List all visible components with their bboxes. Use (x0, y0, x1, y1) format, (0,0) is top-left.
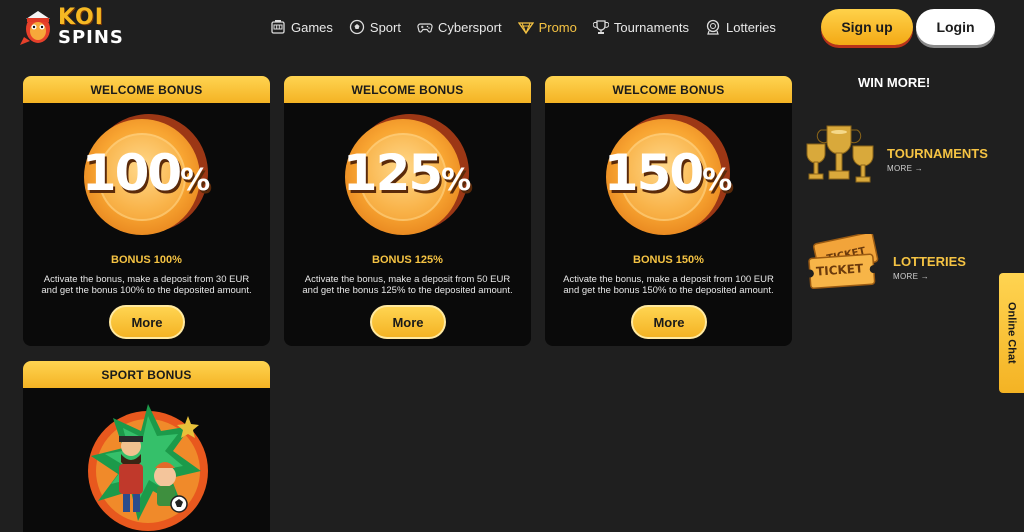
main-nav: Games Sport Cybersport Promo Tournaments… (270, 16, 776, 38)
bonus-description-line: Activate the bonus, make a deposit from … (563, 274, 774, 285)
tournaments-title: TOURNAMENTS (887, 146, 988, 161)
bonus-card-header: WELCOME BONUS (545, 76, 792, 103)
login-button[interactable]: Login (916, 9, 995, 45)
lotteries-title: LOTTERIES (893, 254, 966, 269)
trophy-icon (592, 20, 609, 34)
nav-sport-label: Sport (369, 19, 401, 35)
nav-sport[interactable]: Sport (349, 19, 401, 35)
slot-machine-icon (271, 20, 285, 34)
bonus-description: Activate the bonus, make a deposit from … (290, 274, 525, 296)
nav-tournaments-label: Tournaments (613, 19, 690, 35)
bonus-percent-symbol: % (702, 163, 733, 198)
bonus-coin-badge: 150% (603, 106, 738, 240)
bonus-percent-symbol: % (180, 163, 211, 198)
lottery-ball-icon (706, 19, 720, 35)
bonus-card-header: WELCOME BONUS (284, 76, 531, 103)
nav-tournaments[interactable]: Tournaments (592, 19, 690, 35)
nav-cybersport-label: Cybersport (437, 19, 502, 35)
bonus-description-line: and get the bonus 125% to the deposited … (302, 285, 513, 296)
sign-up-button[interactable]: Sign up (821, 9, 913, 45)
logo-line-spins: SPINS (58, 26, 124, 48)
bonus-percent-number: 100 (81, 144, 182, 202)
nav-games-label: Games (291, 19, 333, 35)
tickets-icon: TICKET TICKET (805, 231, 886, 294)
sport-bonus-illustration (83, 396, 213, 531)
nav-promo[interactable]: Promo (517, 19, 577, 35)
bonus-description-line: Activate the bonus, make a deposit from … (304, 274, 511, 285)
bonus-card: WELCOME BONUS 150% BONUS 150% Activate t… (545, 76, 792, 346)
bonus-card-header: WELCOME BONUS (23, 76, 270, 103)
bonus-card-header: SPORT BONUS (23, 361, 270, 388)
logo-line-koi: KOI (58, 5, 104, 30)
online-chat-button[interactable]: Online Chat (999, 273, 1024, 393)
bonus-card: WELCOME BONUS 100% BONUS 100% Activate t… (23, 76, 270, 346)
soccer-ball-icon (349, 19, 365, 35)
koi-spins-logo[interactable]: KOI SPINS (20, 4, 123, 50)
more-label: MORE (887, 164, 913, 173)
bonus-title: BONUS 150% (633, 254, 704, 266)
more-button[interactable]: More (109, 305, 185, 339)
lotteries-link[interactable]: LOTTERIES MORE → (893, 254, 966, 281)
more-label: MORE (893, 272, 919, 281)
arrow-right-icon: → (920, 272, 930, 281)
bonus-coin-badge: 100% (81, 106, 216, 240)
bonus-description: Activate the bonus, make a deposit from … (551, 274, 786, 296)
site-header: KOI SPINS Games Sport Cybersport Promo T… (0, 0, 1024, 56)
bonus-card: WELCOME BONUS 125% BONUS 125% Activate t… (284, 76, 531, 346)
bonus-description-line: Activate the bonus, make a deposit from … (43, 274, 250, 285)
bonus-description: Activate the bonus, make a deposit from … (29, 274, 264, 296)
nav-promo-label: Promo (538, 19, 577, 35)
bonus-percent-number: 125 (342, 144, 443, 202)
bonus-percent-symbol: % (441, 163, 472, 198)
sport-bonus-card: SPORT BONUS (23, 361, 270, 532)
gamepad-icon (417, 23, 433, 33)
more-button[interactable]: More (631, 305, 707, 339)
lotteries-more-link[interactable]: MORE → (893, 272, 966, 281)
promo-icon (517, 22, 534, 35)
win-more-heading: WIN MORE! (858, 75, 931, 90)
nav-lotteries-label: Lotteries (726, 19, 776, 35)
bonus-percent-number: 150 (603, 144, 704, 202)
koi-fish-icon (20, 7, 56, 47)
bonus-coin-badge: 125% (342, 106, 477, 240)
online-chat-label: Online Chat (1005, 302, 1018, 364)
arrow-right-icon: → (914, 164, 924, 173)
nav-cybersport[interactable]: Cybersport (417, 19, 502, 35)
trophies-icon (803, 122, 881, 188)
tournaments-link[interactable]: TOURNAMENTS MORE → (887, 146, 988, 173)
bonus-title: BONUS 125% (372, 254, 443, 266)
bonus-title: BONUS 100% (111, 254, 182, 266)
nav-games[interactable]: Games (270, 19, 333, 35)
bonus-description-line: and get the bonus 100% to the deposited … (41, 285, 252, 296)
bonus-description-line: and get the bonus 150% to the deposited … (563, 285, 774, 296)
more-button[interactable]: More (370, 305, 446, 339)
tournaments-more-link[interactable]: MORE → (887, 164, 988, 173)
nav-lotteries[interactable]: Lotteries (705, 19, 776, 35)
